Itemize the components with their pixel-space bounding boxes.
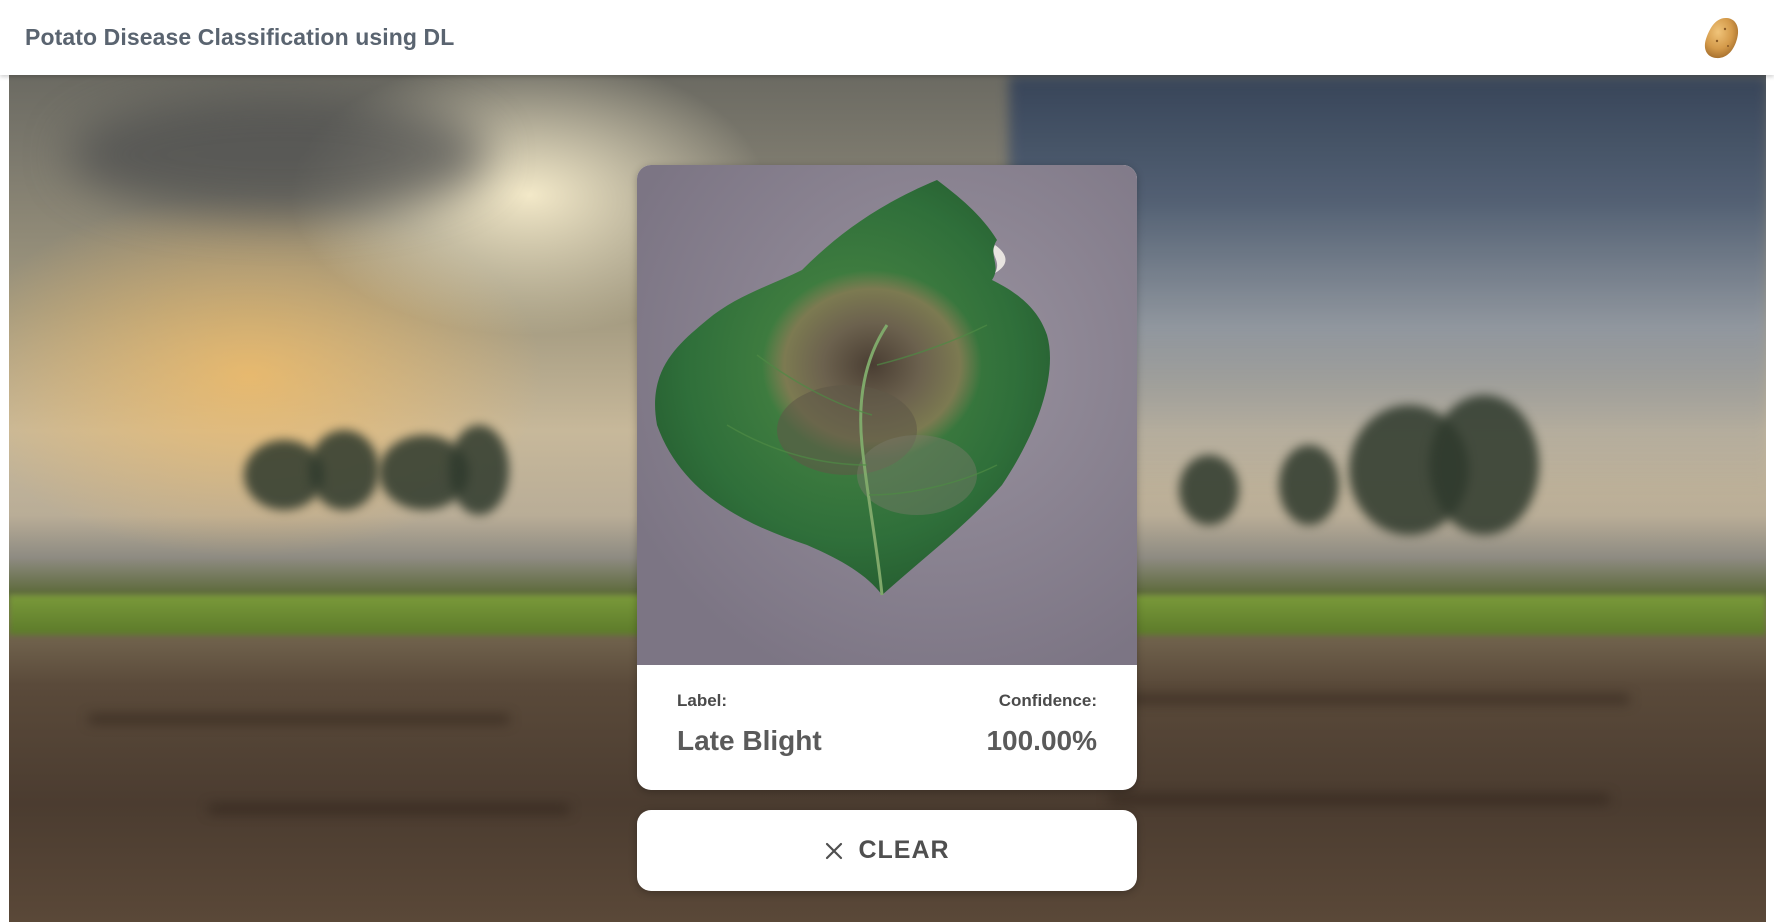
prediction-info: Label: Late Blight Confidence: 100.00% [637, 665, 1137, 790]
label-section: Label: Late Blight [677, 691, 822, 757]
confidence-value: 100.00% [986, 725, 1097, 756]
label-value: Late Blight [677, 725, 822, 756]
potato-icon [1704, 17, 1739, 58]
close-icon [826, 842, 843, 859]
uploaded-leaf-image [637, 165, 1137, 665]
confidence-section: Confidence: 100.00% [986, 691, 1097, 757]
label-caption: Label: [677, 691, 728, 710]
result-card: Label: Late Blight Confidence: 100.00% [637, 165, 1137, 790]
clear-button-label: CLEAR [858, 836, 950, 864]
app-title: Potato Disease Classification using DL [25, 24, 455, 50]
clear-button[interactable]: CLEAR [637, 810, 1137, 891]
confidence-caption: Confidence: [998, 691, 1097, 710]
app-bar: Potato Disease Classification using DL [0, 0, 1774, 75]
